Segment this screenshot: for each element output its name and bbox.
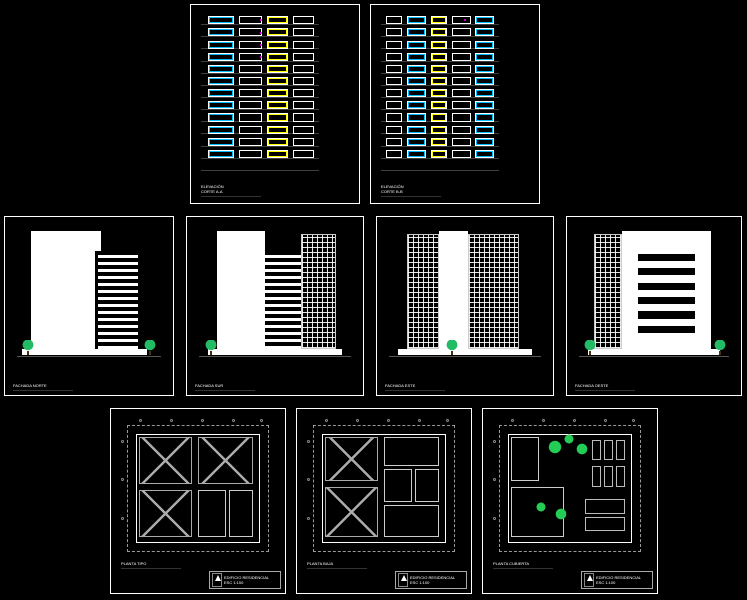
facade-drawing-west [575, 225, 733, 369]
sheet-title-text: PLANTA TIPO [121, 561, 181, 566]
plan-title-block: EDIFICIO RESIDENCIAL ESC 1:100 [209, 571, 281, 589]
scale-text: ESC 1:100 [224, 580, 278, 585]
plan-title-block: EDIFICIO RESIDENCIAL ESC 1:100 [395, 571, 467, 589]
sheet-section-a[interactable]: ELEVACIÓN CORTE A-A [190, 4, 360, 204]
sheet-title: ELEVACIÓN CORTE A-A [201, 184, 261, 197]
sheet-title-text: FACHADA OESTE [575, 383, 635, 388]
sheet-title-text: FACHADA ESTE [385, 383, 445, 388]
facade-drawing-south [195, 225, 355, 369]
section-drawing-a [201, 13, 319, 175]
cad-model-space[interactable]: ELEVACIÓN CORTE A-A [0, 0, 747, 600]
sheet-facade-east[interactable]: FACHADA ESTE [376, 216, 554, 396]
facade-drawing-north [13, 225, 165, 369]
sheet-title: ELEVACIÓN CORTE B-B [381, 184, 441, 197]
sheet-plan-typical[interactable]: PLANTA TIPO EDIFICIO RESIDENCIAL ESC 1:1… [110, 408, 286, 594]
sheet-title: PLANTA CUBIERTA [493, 561, 553, 569]
section-drawing-b [381, 13, 499, 175]
north-arrow-icon [584, 573, 594, 587]
plan-title-block: EDIFICIO RESIDENCIAL ESC 1:100 [581, 571, 653, 589]
sheet-facade-north[interactable]: FACHADA NORTE [4, 216, 174, 396]
sheet-facade-south[interactable]: FACHADA SUR [186, 216, 364, 396]
sheet-subtitle-text: CORTE A-A [201, 189, 261, 194]
sheet-title: FACHADA ESTE [385, 383, 445, 391]
sheet-subtitle-text: CORTE B-B [381, 189, 441, 194]
sheet-title: FACHADA OESTE [575, 383, 635, 391]
sheet-plan-roof[interactable]: PLANTA CUBIERTA EDIFICIO RESIDENCIAL ESC… [482, 408, 658, 594]
scale-text: ESC 1:100 [596, 580, 650, 585]
plan-drawing-roof [493, 419, 647, 567]
sheet-title-text: PLANTA CUBIERTA [493, 561, 553, 566]
plan-drawing-typical [121, 419, 275, 567]
sheet-plan-ground[interactable]: PLANTA BAJA EDIFICIO RESIDENCIAL ESC 1:1… [296, 408, 472, 594]
sheet-title: FACHADA SUR [195, 383, 255, 391]
sheet-title: FACHADA NORTE [13, 383, 73, 391]
sheet-facade-west[interactable]: FACHADA OESTE [566, 216, 742, 396]
north-arrow-icon [398, 573, 408, 587]
sheet-section-b[interactable]: ELEVACIÓN CORTE B-B [370, 4, 540, 204]
facade-drawing-east [385, 225, 545, 369]
scale-text: ESC 1:100 [410, 580, 464, 585]
sheet-title-text: PLANTA BAJA [307, 561, 367, 566]
sheet-title: PLANTA TIPO [121, 561, 181, 569]
north-arrow-icon [212, 573, 222, 587]
sheet-title-text: FACHADA NORTE [13, 383, 73, 388]
sheet-title-text: FACHADA SUR [195, 383, 255, 388]
sheet-title: PLANTA BAJA [307, 561, 367, 569]
plan-drawing-ground [307, 419, 461, 567]
